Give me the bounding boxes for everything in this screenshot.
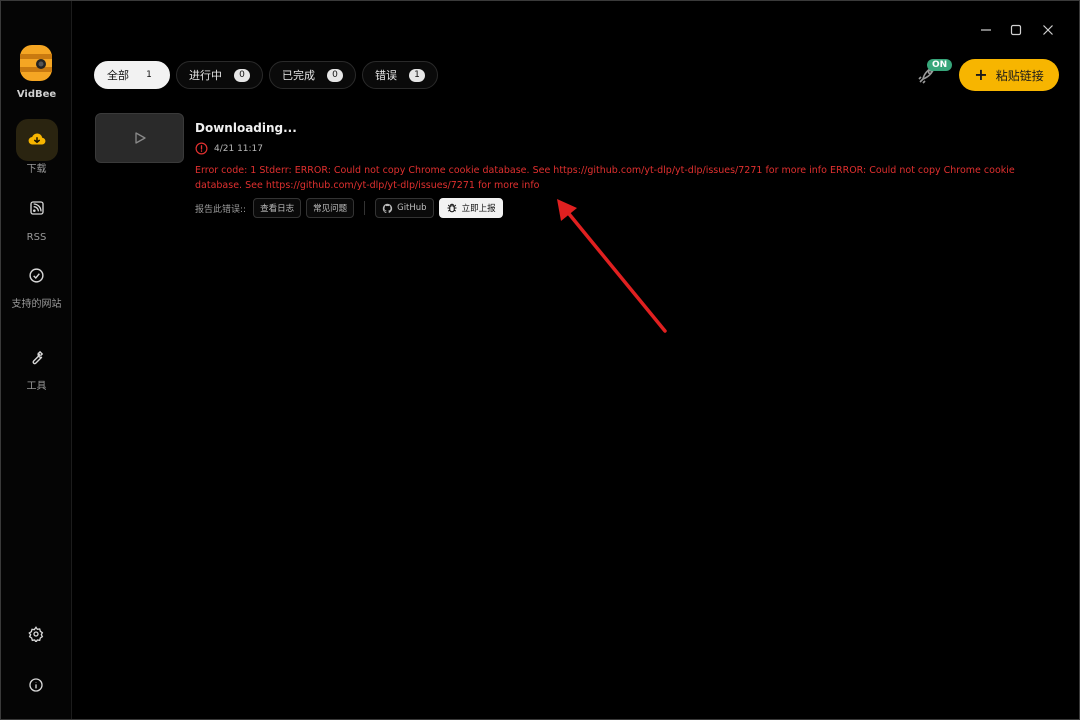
filter-completed[interactable]: 已完成 0 [269, 61, 356, 89]
vidbee-logo [20, 45, 52, 81]
wrench-icon [16, 336, 58, 378]
info-icon [29, 678, 43, 692]
status-filter-tabs: 全部 1 进行中 0 已完成 0 错误 1 [94, 61, 438, 89]
paste-link-label: 粘贴链接 [995, 68, 1044, 83]
on-badge: ON [927, 59, 953, 71]
app-window: VidBee 下载 RSS 支持的网站 工具 全部 1 进行中 0 已完成 0 … [0, 0, 1080, 720]
maximize-icon [1010, 24, 1022, 36]
error-icon [195, 142, 208, 155]
rss-icon [16, 187, 58, 229]
view-log-button[interactable]: 查看日志 [253, 198, 302, 218]
report-now-label: 立即上报 [461, 204, 496, 214]
sidebar-item-label: 工具 [26, 381, 47, 392]
filter-count: 1 [141, 68, 157, 82]
filter-count: 0 [327, 68, 343, 82]
filter-label: 全部 [107, 69, 129, 82]
sidebar-item-rss[interactable]: RSS [1, 187, 72, 244]
maximize-button[interactable] [1005, 19, 1027, 41]
annotation-arrow [557, 199, 667, 333]
faq-button[interactable]: 常见问题 [306, 198, 355, 218]
report-label: 报告此错误:: [195, 204, 247, 215]
bug-icon [447, 203, 457, 213]
check-circle-icon [16, 254, 58, 296]
filter-error[interactable]: 错误 1 [362, 61, 438, 89]
download-cloud-icon [15, 119, 58, 161]
filter-all[interactable]: 全部 1 [94, 61, 170, 89]
github-label: GitHub [397, 203, 427, 213]
download-title: Downloading... [195, 121, 297, 135]
plus-icon: + [974, 65, 988, 84]
report-error-row: 报告此错误:: 查看日志 常见问题 GitHub 立即上报 [195, 198, 503, 218]
close-icon [1043, 25, 1053, 35]
filter-in-progress[interactable]: 进行中 0 [176, 61, 263, 89]
sidebar: VidBee 下载 RSS 支持的网站 工具 [1, 1, 72, 719]
minimize-icon [981, 29, 991, 31]
filter-label: 错误 [375, 69, 397, 82]
sidebar-item-tools[interactable]: 工具 [1, 336, 72, 393]
divider [364, 201, 366, 215]
play-icon [134, 132, 146, 144]
report-now-button[interactable]: 立即上报 [438, 198, 503, 218]
filter-label: 已完成 [282, 69, 315, 82]
error-message: Error code: 1 Stderr: ERROR: Could not c… [195, 165, 1015, 191]
close-button[interactable] [1037, 19, 1059, 41]
video-thumbnail[interactable] [95, 113, 184, 163]
view-log-label: 查看日志 [260, 204, 295, 214]
sidebar-item-label: 下载 [26, 164, 47, 175]
app-name: VidBee [16, 89, 57, 100]
settings-button[interactable] [23, 621, 49, 647]
download-meta: 4/21 11:17 [195, 142, 263, 155]
about-button[interactable] [23, 672, 49, 698]
gear-icon [28, 626, 44, 642]
sidebar-item-supported-sites[interactable]: 支持的网站 [1, 254, 72, 311]
sidebar-item-download[interactable]: 下载 [1, 119, 72, 176]
sidebar-item-label: 支持的网站 [11, 299, 62, 310]
filter-count: 1 [409, 68, 425, 82]
github-button[interactable]: GitHub [375, 198, 434, 218]
paste-link-button[interactable]: + 粘贴链接 [959, 59, 1059, 91]
download-date: 4/21 11:17 [214, 143, 264, 154]
sidebar-item-label: RSS [26, 232, 47, 243]
faq-label: 常见问题 [313, 204, 348, 214]
filter-count: 0 [234, 68, 250, 82]
filter-label: 进行中 [189, 69, 222, 82]
github-icon [382, 203, 393, 213]
minimize-button[interactable] [975, 19, 997, 41]
